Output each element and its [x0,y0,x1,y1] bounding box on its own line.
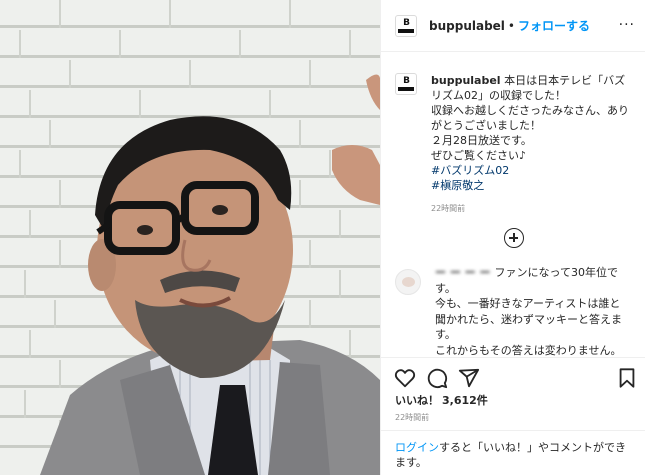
comment-line: す。 [435,281,456,295]
likes-count[interactable]: いいね！ 3,612件 [395,392,488,408]
caption-line: 本日は日本テレビ「バズ [504,74,626,87]
login-prompt: ログインすると「いいね！」やコメントができ ます。 [381,430,645,475]
hashtag-link[interactable]: #バズリズム02 [431,163,629,178]
commenter-avatar[interactable] [395,269,421,295]
action-bar [381,357,645,395]
comment-line: す。 [435,328,456,341]
likes-number: 3,612件 [442,394,488,407]
bookmark-icon[interactable] [616,367,638,389]
caption-username[interactable]: buppulabel [431,74,501,87]
load-more-comments-icon[interactable] [504,228,524,248]
hashtag-link[interactable]: #槇原敬之 [431,178,629,193]
caption-avatar[interactable]: B [395,73,417,95]
brand-logo-icon: B [398,77,414,91]
follow-button[interactable]: フォローする [518,17,590,34]
header-separator: • [507,18,515,33]
login-prompt-text: すると「いいね！」やコメントができ [439,441,626,454]
comment-line: 今も、一番好きなアーティストは誰と [435,297,621,310]
more-options-icon[interactable]: ··· [619,17,635,33]
caption-line: ２月28日放送です。 [431,134,532,147]
post-header: B buppulabel • フォローする ··· [381,0,645,52]
post-timestamp[interactable]: 22時間前 [395,412,429,423]
login-link[interactable]: ログイン [395,441,439,454]
share-icon[interactable] [458,367,480,389]
caption-line: がとうございました！ [431,119,541,132]
header-username[interactable]: buppulabel [429,19,505,33]
heart-icon[interactable] [394,367,416,389]
comment-body: ー ー ー ーファンになって30年位で す。 今も、一番好きなアーティストは誰と… [435,265,622,356]
caption-line: リズム02」の収録でした！ [431,89,566,102]
caption-line: 収録へお越しくださったみなさん、あり [431,104,629,117]
post-caption: B buppulabel 本日は日本テレビ「バズ リズム02」の収録でした！ 収… [395,73,633,216]
comment-icon[interactable] [426,367,448,389]
comment-line: 聞かれたら、迷わずマッキーと答えま [435,312,622,326]
login-prompt-text-2: ます。 [395,456,427,469]
caption-line: ぜひご覧ください♪ [431,149,527,162]
comment-line: ファンになって30年位で [494,266,618,279]
caption-timestamp[interactable]: 22時間前 [431,201,629,216]
commenter-username[interactable]: ー ー ー ー [435,266,491,279]
comment-item: ー ー ー ーファンになって30年位で す。 今も、一番好きなアーティストは誰と… [395,265,635,356]
post-side-panel: B buppulabel • フォローする ··· B buppulabel 本… [380,0,645,475]
comment-line: これからもその答えは変わりません。 [435,343,622,357]
likes-label: いいね！ [395,394,439,407]
instagram-post-window: B buppulabel • フォローする ··· B buppulabel 本… [0,0,645,475]
profile-avatar[interactable]: B [395,14,417,37]
post-photo[interactable] [0,0,380,475]
caption-body: buppulabel 本日は日本テレビ「バズ リズム02」の収録でした！ 収録へ… [431,73,629,216]
comments-area[interactable]: B buppulabel 本日は日本テレビ「バズ リズム02」の収録でした！ 収… [381,53,645,356]
photo-illustration [19,0,380,475]
brand-logo-icon: B [398,18,414,33]
